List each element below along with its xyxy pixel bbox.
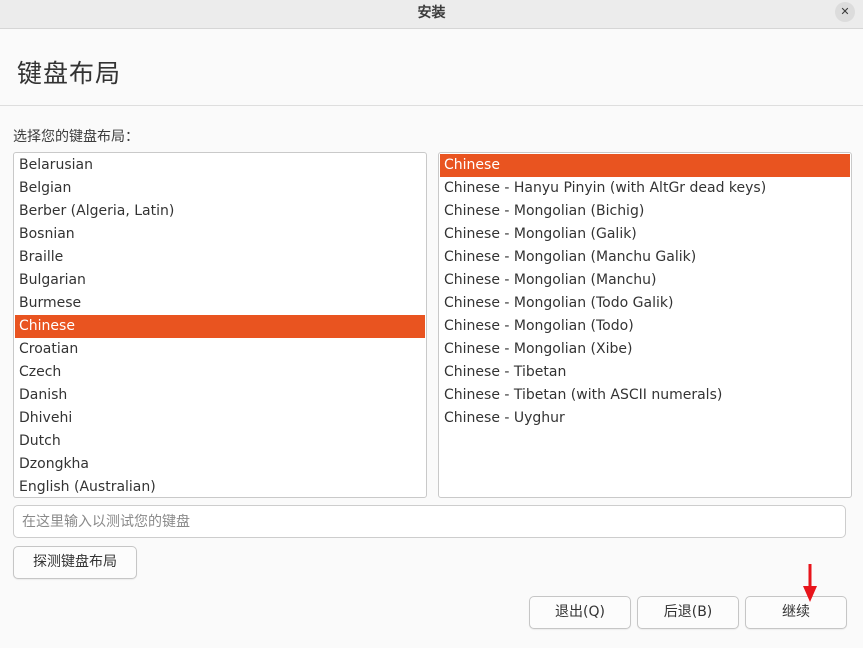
layout-item[interactable]: Belarusian bbox=[15, 154, 425, 177]
keyboard-variant-list-items: Chinese Chinese - Hanyu Pinyin (with AltG… bbox=[439, 153, 851, 430]
layout-item[interactable]: Czech bbox=[15, 361, 425, 384]
variant-item[interactable]: Chinese - Mongolian (Manchu Galik) bbox=[440, 246, 850, 269]
variant-item[interactable]: Chinese - Hanyu Pinyin (with AltGr dead … bbox=[440, 177, 850, 200]
detect-layout-button[interactable]: 探测键盘布局 bbox=[13, 546, 137, 579]
layout-prompt-label: 选择您的键盘布局： bbox=[13, 129, 139, 145]
back-button[interactable]: 后退(B) bbox=[637, 596, 739, 629]
layout-item[interactable]: Dhivehi bbox=[15, 407, 425, 430]
layout-item[interactable]: Belgian bbox=[15, 177, 425, 200]
variant-item[interactable]: Chinese bbox=[440, 154, 850, 177]
variant-item[interactable]: Chinese - Mongolian (Galik) bbox=[440, 223, 850, 246]
annotation-arrow-icon bbox=[803, 564, 817, 602]
keyboard-layout-list[interactable]: Belarusian Belgian Berber (Algeria, Latin)… bbox=[13, 152, 427, 498]
keyboard-variant-list[interactable]: Chinese Chinese - Hanyu Pinyin (with AltG… bbox=[438, 152, 852, 498]
quit-button[interactable]: 退出(Q) bbox=[529, 596, 631, 629]
layout-item[interactable]: English (Australian) bbox=[15, 476, 425, 497]
variant-item[interactable]: Chinese - Uyghur bbox=[440, 407, 850, 430]
layout-item[interactable]: Burmese bbox=[15, 292, 425, 315]
layout-item[interactable]: Croatian bbox=[15, 338, 425, 361]
layout-item[interactable]: Danish bbox=[15, 384, 425, 407]
keyboard-layout-list-items: Belarusian Belgian Berber (Algeria, Latin)… bbox=[14, 153, 426, 497]
variant-item[interactable]: Chinese - Mongolian (Manchu) bbox=[440, 269, 850, 292]
layout-item[interactable]: Bosnian bbox=[15, 223, 425, 246]
page-title: 键盘布局 bbox=[17, 59, 122, 88]
variant-item[interactable]: Chinese - Tibetan bbox=[440, 361, 850, 384]
close-button[interactable]: ✕ bbox=[835, 2, 855, 22]
layout-item[interactable]: Bulgarian bbox=[15, 269, 425, 292]
page-header: 键盘布局 bbox=[0, 29, 863, 106]
layout-item[interactable]: Berber (Algeria, Latin) bbox=[15, 200, 425, 223]
layout-item[interactable]: Dzongkha bbox=[15, 453, 425, 476]
window-title: 安装 bbox=[417, 5, 446, 21]
variant-item[interactable]: Chinese - Mongolian (Xibe) bbox=[440, 338, 850, 361]
continue-button[interactable]: 继续 bbox=[745, 596, 847, 629]
variant-item[interactable]: Chinese - Mongolian (Bichig) bbox=[440, 200, 850, 223]
close-icon: ✕ bbox=[840, 5, 850, 18]
variant-item[interactable]: Chinese - Mongolian (Todo Galik) bbox=[440, 292, 850, 315]
keyboard-test-input[interactable] bbox=[13, 505, 846, 538]
variant-item[interactable]: Chinese - Mongolian (Todo) bbox=[440, 315, 850, 338]
window-titlebar: 安装 ✕ bbox=[0, 0, 863, 29]
layout-item[interactable]: Braille bbox=[15, 246, 425, 269]
layout-item[interactable]: Dutch bbox=[15, 430, 425, 453]
variant-item[interactable]: Chinese - Tibetan (with ASCII numerals) bbox=[440, 384, 850, 407]
layout-item[interactable]: Chinese bbox=[15, 315, 425, 338]
